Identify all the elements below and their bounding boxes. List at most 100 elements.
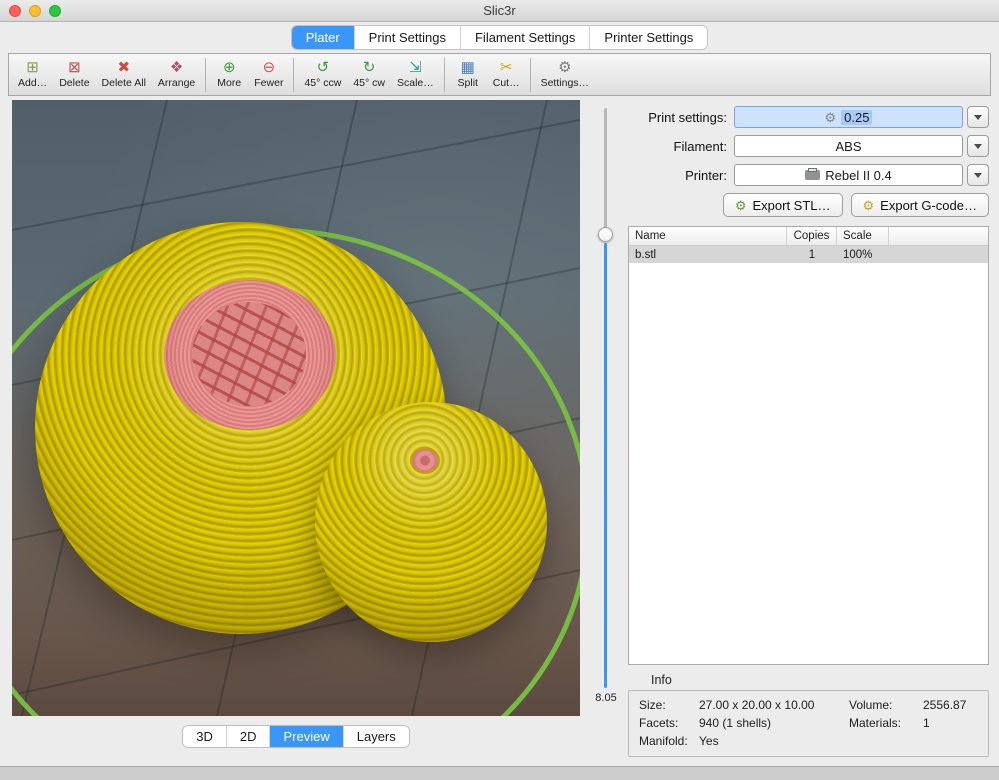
cut-label: Cut…	[493, 77, 520, 89]
chevron-down-icon	[974, 173, 982, 178]
tab-filament-settings[interactable]: Filament Settings	[461, 26, 590, 49]
export-gcode-icon: ⚙	[863, 199, 875, 212]
window-title: Slic3r	[0, 3, 999, 18]
add-icon: ⊞	[26, 60, 39, 76]
rotate-cw-button[interactable]: ↻ 45° cw	[347, 58, 391, 91]
view-mode-bar: 3D 2D Preview Layers	[12, 725, 580, 748]
print-settings-row: Print settings: ⚙ 0.25	[628, 106, 989, 128]
printer-icon	[805, 170, 820, 180]
printer-dropdown-button[interactable]	[967, 164, 989, 186]
column-header-name[interactable]: Name	[629, 227, 787, 245]
delete-all-label: Delete All	[102, 77, 146, 89]
info-materials-value: 1	[923, 716, 978, 730]
export-stl-button[interactable]: ⚙ Export STL…	[723, 193, 843, 217]
arrange-button[interactable]: ❖ Arrange	[152, 58, 201, 91]
info-manifold-value: Yes	[699, 734, 849, 748]
info-materials-label: Materials:	[849, 716, 923, 730]
scale-label: Scale…	[397, 77, 434, 89]
print-settings-field[interactable]: ⚙ 0.25	[734, 106, 963, 128]
info-facets-label: Facets:	[639, 716, 699, 730]
split-icon: ▦	[461, 60, 475, 76]
tab-print-settings[interactable]: Print Settings	[355, 26, 461, 49]
export-gcode-button[interactable]: ⚙ Export G-code…	[851, 193, 989, 217]
printer-field[interactable]: Rebel II 0.4	[734, 164, 963, 186]
titlebar: Slic3r	[0, 0, 999, 22]
3d-viewport[interactable]	[12, 100, 580, 716]
cell-copies: 1	[787, 249, 837, 261]
rotate-ccw-button[interactable]: ↺ 45° ccw	[298, 58, 347, 91]
info-empty-cell	[923, 734, 978, 748]
table-row[interactable]: b.stl 1 100%	[629, 246, 988, 263]
rotate-cw-icon: ↻	[363, 60, 376, 76]
layer-slider-track-lower[interactable]	[604, 243, 607, 688]
model-small-infill-top	[410, 447, 440, 474]
export-gcode-label: Export G-code…	[880, 198, 977, 213]
info-panel-title: Info	[651, 673, 989, 687]
printer-label: Printer:	[628, 168, 734, 183]
split-button[interactable]: ▦ Split	[449, 58, 487, 91]
window-bottom-edge	[0, 766, 999, 780]
gear-icon: ⚙	[825, 111, 837, 124]
tab-bar: Plater Print Settings Filament Settings …	[0, 24, 999, 50]
tab-printer-settings[interactable]: Printer Settings	[590, 26, 707, 49]
cut-button[interactable]: ✂ Cut…	[487, 58, 526, 91]
info-manifold-label: Manifold:	[639, 734, 699, 748]
arrange-label: Arrange	[158, 77, 195, 89]
view-mode-3d[interactable]: 3D	[183, 726, 227, 747]
filament-label: Filament:	[628, 139, 734, 154]
column-header-scale[interactable]: Scale	[837, 227, 889, 245]
printer-paper-detail	[808, 168, 817, 172]
delete-label: Delete	[59, 77, 89, 89]
view-mode-preview[interactable]: Preview	[270, 726, 343, 747]
rotate-ccw-label: 45° ccw	[304, 77, 341, 89]
view-mode-2d[interactable]: 2D	[227, 726, 271, 747]
cell-name: b.stl	[629, 249, 787, 261]
filament-field[interactable]: ABS	[734, 135, 963, 157]
files-table-body: b.stl 1 100%	[629, 246, 988, 664]
add-button[interactable]: ⊞ Add…	[12, 58, 53, 91]
info-empty-cell	[849, 734, 923, 748]
column-header-copies[interactable]: Copies	[787, 227, 837, 245]
add-label: Add…	[18, 77, 47, 89]
arrange-icon: ❖	[170, 60, 183, 76]
delete-all-icon: ✖	[117, 60, 130, 76]
settings-button[interactable]: ⚙ Settings…	[535, 58, 595, 91]
export-stl-label: Export STL…	[752, 198, 830, 213]
rotate-cw-label: 45° cw	[353, 77, 385, 89]
toolbar-separator	[444, 58, 445, 92]
info-volume-value: 2556.87	[923, 698, 978, 712]
view-mode-layers[interactable]: Layers	[344, 726, 409, 747]
fewer-icon: ⊖	[263, 60, 276, 76]
printer-row: Printer: Rebel II 0.4	[628, 164, 989, 186]
scale-button[interactable]: ⇲ Scale…	[391, 58, 440, 91]
scale-icon: ⇲	[409, 60, 422, 76]
layer-slider-knob[interactable]	[598, 227, 613, 242]
cut-icon: ✂	[500, 60, 513, 76]
column-header-filler	[889, 227, 988, 245]
fewer-button[interactable]: ⊖ Fewer	[248, 58, 289, 91]
delete-all-button[interactable]: ✖ Delete All	[96, 58, 152, 91]
info-grid: Size: 27.00 x 20.00 x 10.00 Volume: 2556…	[639, 698, 978, 748]
tab-plater[interactable]: Plater	[292, 26, 355, 49]
info-panel: Size: 27.00 x 20.00 x 10.00 Volume: 2556…	[628, 690, 989, 757]
fewer-label: Fewer	[254, 77, 283, 89]
cell-scale: 100%	[837, 249, 889, 261]
delete-button[interactable]: ⊠ Delete	[53, 58, 95, 91]
info-volume-label: Volume:	[849, 698, 923, 712]
chevron-down-icon	[974, 144, 982, 149]
toolbar: ⊞ Add… ⊠ Delete ✖ Delete All ❖ Arrange ⊕…	[8, 53, 991, 96]
print-settings-value: 0.25	[841, 110, 872, 125]
filament-dropdown-button[interactable]	[967, 135, 989, 157]
layer-slider[interactable]: 8.05	[588, 100, 624, 716]
print-settings-dropdown-button[interactable]	[967, 106, 989, 128]
layer-slider-track-upper[interactable]	[604, 108, 607, 228]
settings-gear-icon: ⚙	[558, 60, 571, 76]
toolbar-separator	[293, 58, 294, 92]
tab-group: Plater Print Settings Filament Settings …	[291, 25, 709, 50]
more-button[interactable]: ⊕ More	[210, 58, 248, 91]
toolbar-separator	[530, 58, 531, 92]
model-small-dome[interactable]	[315, 402, 547, 642]
printer-value: Rebel II 0.4	[825, 168, 892, 183]
settings-label: Settings…	[541, 77, 589, 89]
more-icon: ⊕	[223, 60, 236, 76]
